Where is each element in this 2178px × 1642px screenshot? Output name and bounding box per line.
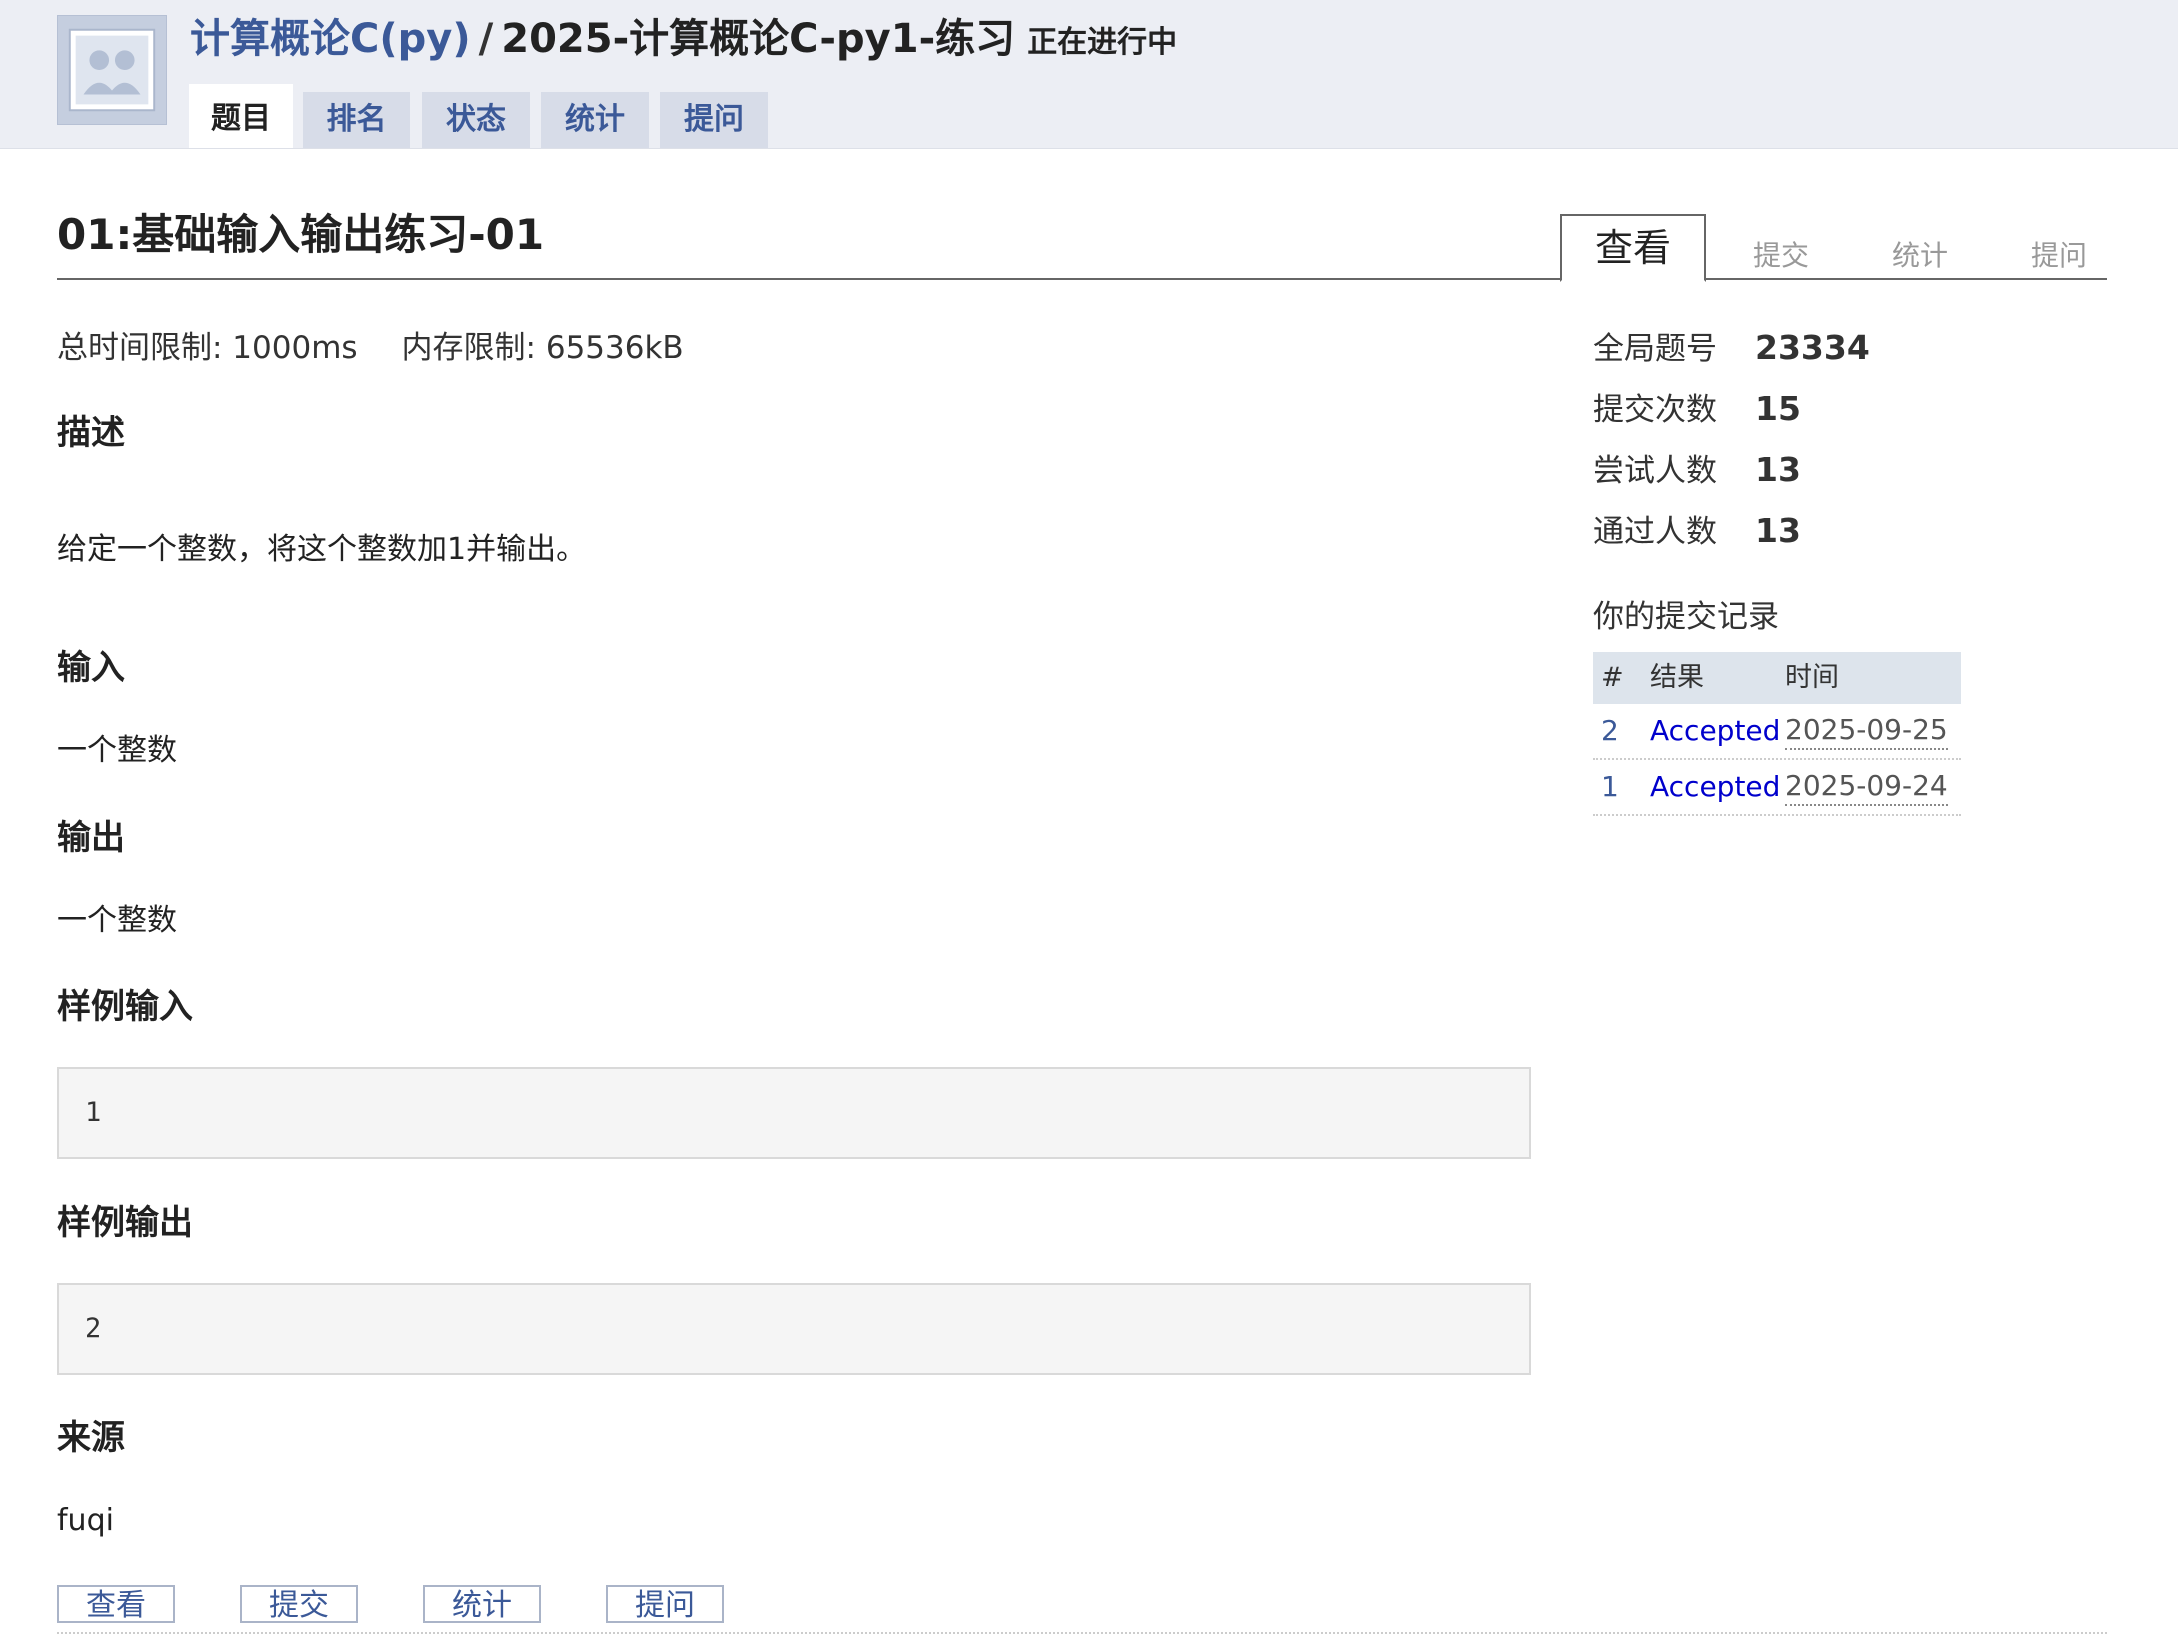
record-result[interactable]: Accepted	[1650, 704, 1780, 758]
stat-row: 尝试人数 13	[1593, 450, 1801, 489]
record-number[interactable]: 1	[1601, 760, 1619, 814]
output-heading: 输出	[57, 818, 125, 858]
tab-problem-stats[interactable]: 统计	[1861, 234, 1979, 278]
title-separator: /	[478, 16, 494, 62]
tab-submit[interactable]: 提交	[1722, 234, 1840, 278]
tab-problems[interactable]: 题目	[189, 84, 293, 148]
stat-row: 全局题号 23334	[1593, 328, 1870, 367]
record-result[interactable]: Accepted	[1650, 760, 1780, 814]
tab-ask[interactable]: 提问	[2000, 234, 2118, 278]
contest-state: 正在进行中	[1027, 25, 1178, 60]
tab-view[interactable]: 查看	[1560, 214, 1706, 282]
record-time: 2025-09-24	[1785, 768, 1948, 806]
problem-title: 01:基础输入输出练习-01	[57, 210, 545, 259]
tab-questions[interactable]: 提问	[660, 92, 768, 148]
submission-records-table: # 结果 时间 2 Accepted 2025-09-25 1 Accepted…	[1593, 652, 1961, 816]
sample-output-box: 2	[57, 1283, 1531, 1375]
table-row: 1 Accepted 2025-09-24	[1593, 760, 1961, 816]
tab-statistics[interactable]: 统计	[541, 92, 649, 148]
tab-status[interactable]: 状态	[422, 92, 530, 148]
contest-name: 2025-计算概论C-py1-练习	[501, 16, 1016, 62]
source-heading: 来源	[57, 1418, 125, 1458]
table-row: 2 Accepted 2025-09-25	[1593, 704, 1961, 760]
description-text: 给定一个整数，将这个整数加1并输出。	[57, 532, 587, 567]
bottom-view-button[interactable]: 查看	[57, 1585, 175, 1623]
tab-ranking[interactable]: 排名	[303, 92, 410, 148]
source-text: fuqi	[57, 1503, 114, 1538]
input-heading: 输入	[57, 648, 125, 688]
sample-input-heading: 样例输入	[57, 987, 193, 1027]
course-link[interactable]: 计算概论C(py)	[190, 16, 471, 62]
bottom-stats-button[interactable]: 统计	[423, 1585, 541, 1623]
problem-tabs: 查看 提交 统计 提问	[1560, 214, 2107, 282]
time-limit: 总时间限制: 1000ms	[57, 330, 358, 366]
bottom-submit-button[interactable]: 提交	[240, 1585, 358, 1623]
record-number[interactable]: 2	[1601, 704, 1619, 758]
contest-header: 计算概论C(py)/2025-计算概论C-py1-练习 正在进行中 题目 排名 状…	[0, 0, 2178, 149]
bottom-divider	[57, 1632, 2107, 1634]
problem-limits: 总时间限制: 1000ms 内存限制: 65536kB	[57, 326, 684, 370]
sample-input-box: 1	[57, 1067, 1531, 1159]
stat-row: 通过人数 13	[1593, 511, 1801, 550]
table-header: # 结果 时间	[1593, 652, 1961, 704]
records-title: 你的提交记录	[1593, 599, 1779, 635]
bottom-ask-button[interactable]: 提问	[606, 1585, 724, 1623]
input-text: 一个整数	[57, 733, 177, 768]
memory-limit: 内存限制: 65536kB	[401, 330, 684, 366]
sample-output-heading: 样例输出	[57, 1203, 193, 1243]
record-time: 2025-09-25	[1785, 712, 1948, 750]
contest-title: 计算概论C(py)/2025-计算概论C-py1-练习 正在进行中	[190, 12, 1177, 66]
group-avatar-icon[interactable]	[57, 15, 167, 125]
stat-row: 提交次数 15	[1593, 389, 1801, 428]
output-text: 一个整数	[57, 903, 177, 938]
description-heading: 描述	[57, 413, 125, 453]
